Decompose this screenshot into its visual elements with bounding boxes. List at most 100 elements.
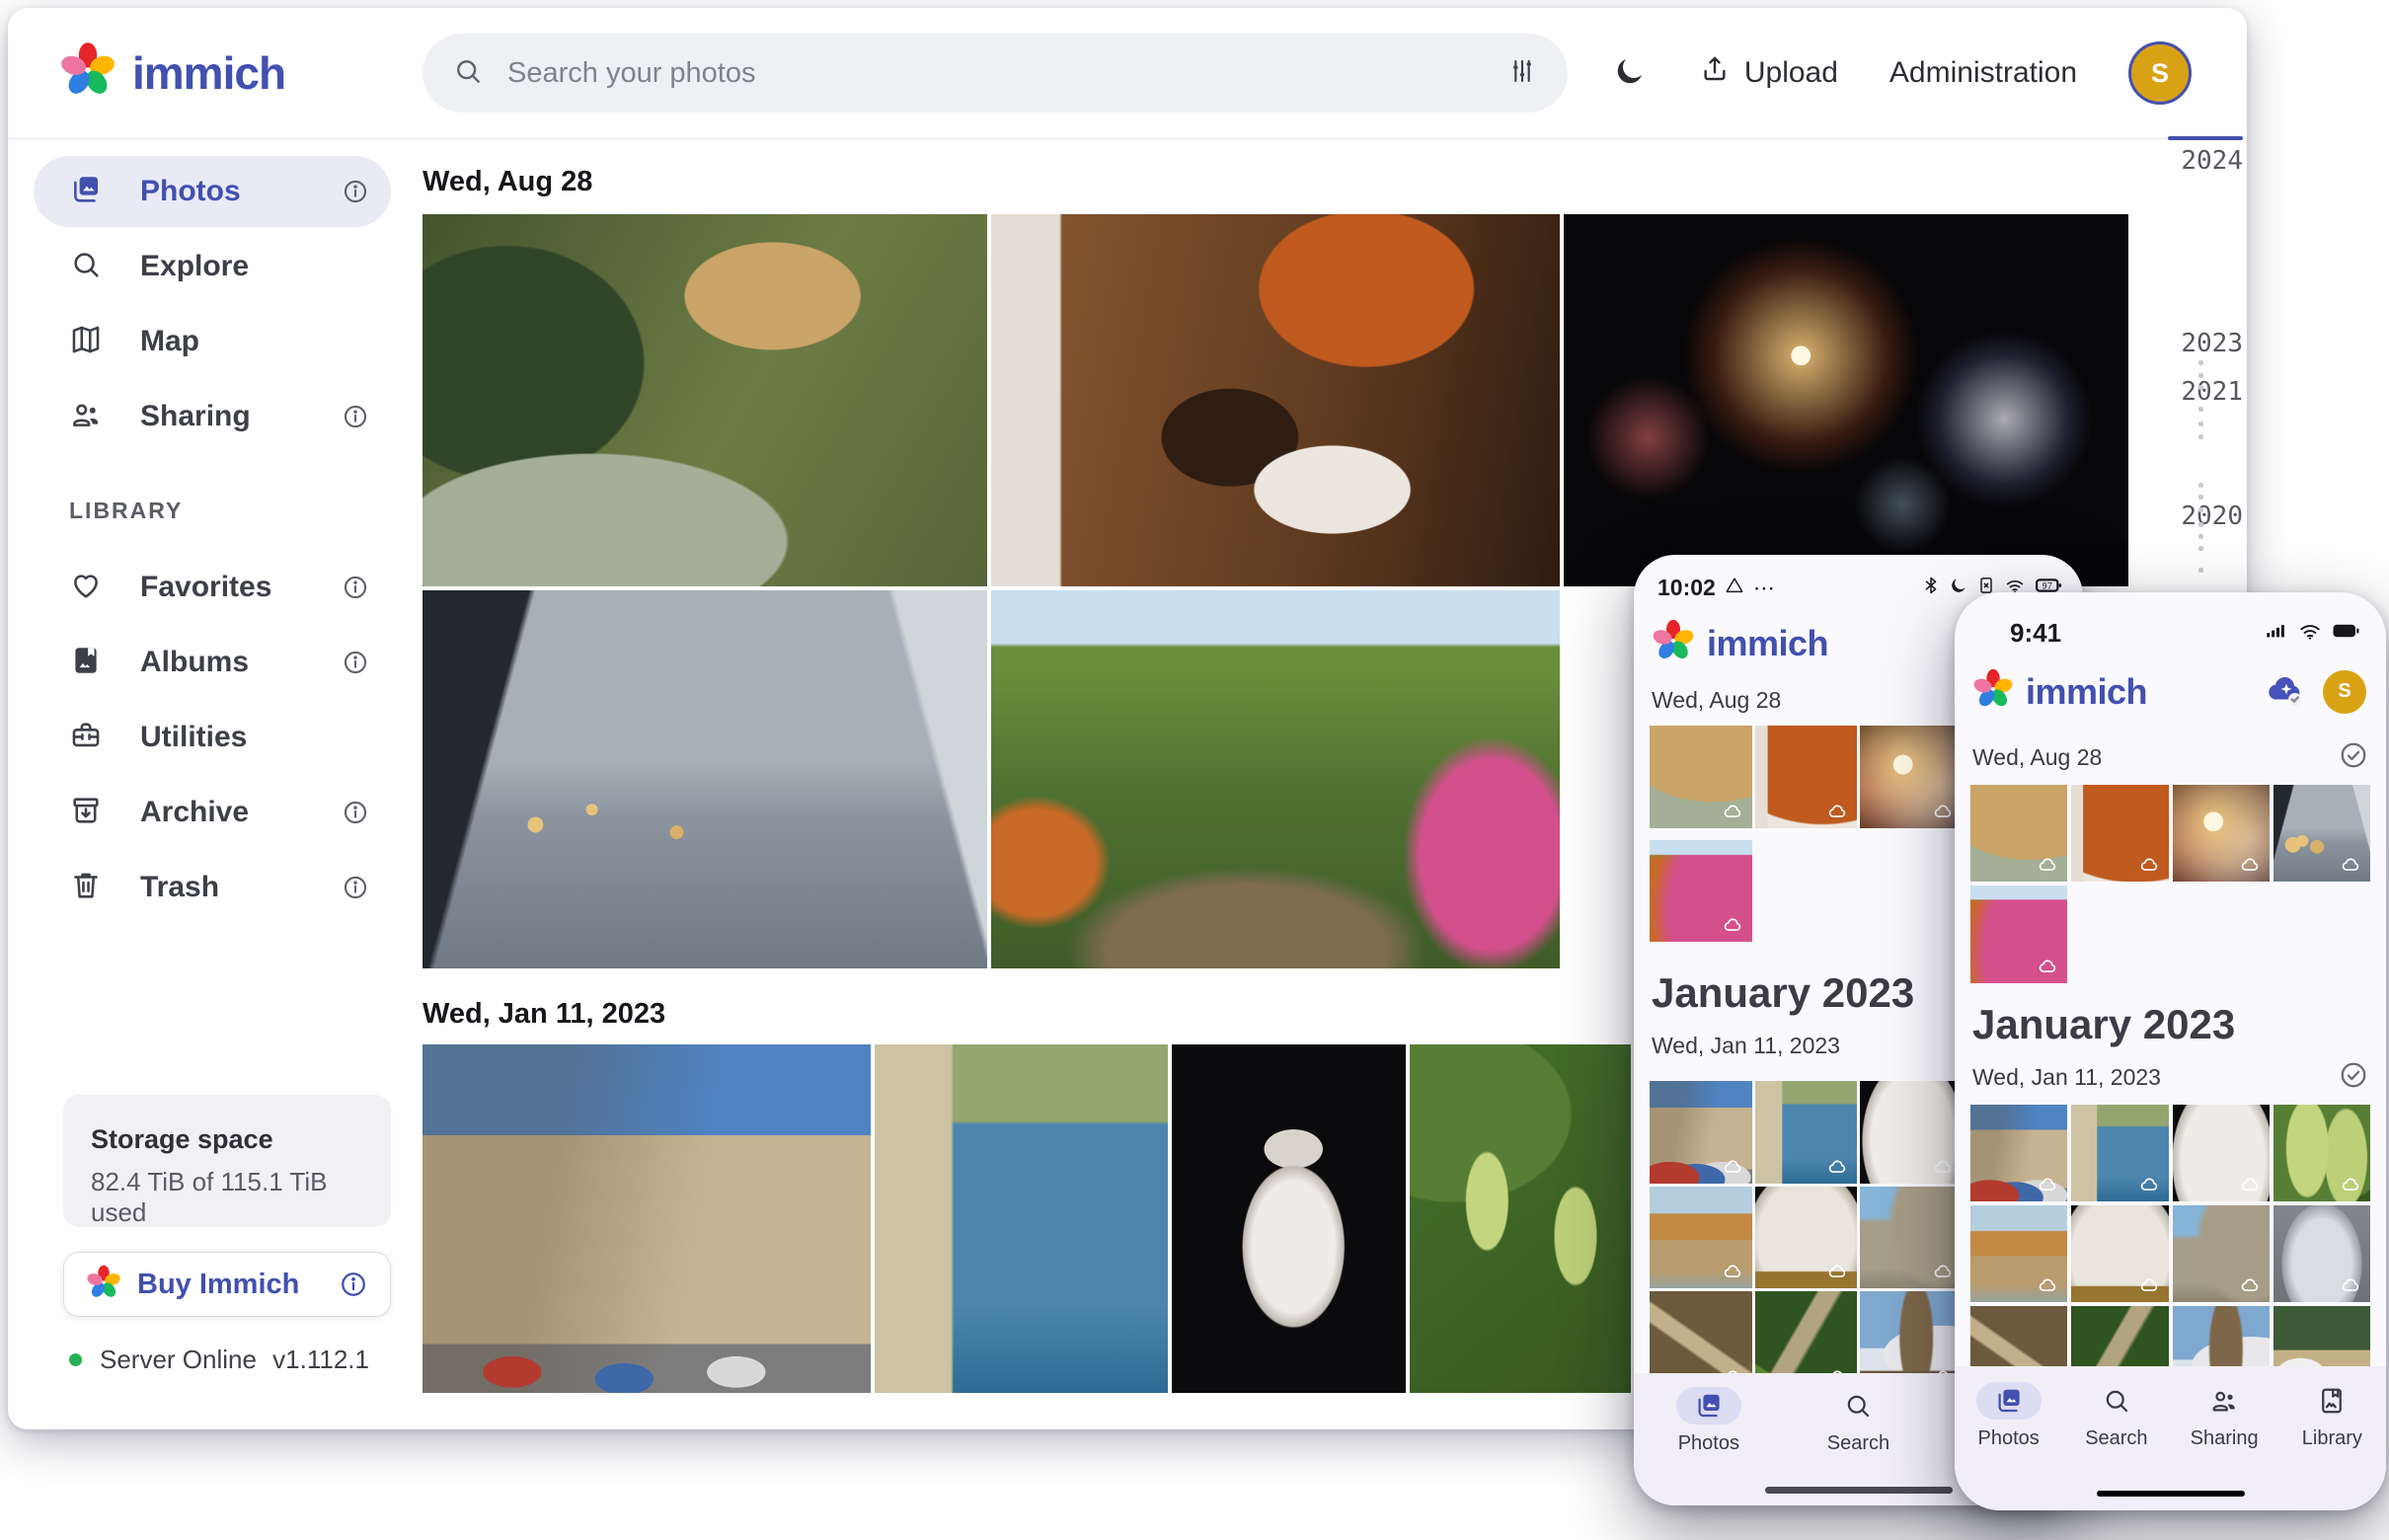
tab-sharing[interactable]: Sharing: [2171, 1382, 2278, 1450]
photo-thumbnail-fireworks[interactable]: [1564, 214, 2128, 586]
photo-thumbnail-ruins[interactable]: [1860, 1187, 1963, 1289]
immich-flower-icon: [1972, 668, 2014, 715]
photo-thumbnail-bust[interactable]: [2173, 1105, 2270, 1201]
photo-thumbnail-beach[interactable]: [1970, 1205, 2067, 1302]
cloud-backup-icon: [1827, 1156, 1849, 1178]
info-icon[interactable]: [342, 403, 369, 430]
cloud-backup-icon: [1933, 801, 1955, 822]
info-icon[interactable]: [339, 1270, 368, 1299]
photo-grid: [1970, 886, 2370, 982]
photo-thumbnail-zoo[interactable]: [423, 214, 987, 586]
photo-thumbnail-castle[interactable]: [423, 1044, 871, 1393]
sidebar-item-albums[interactable]: Albums: [34, 627, 391, 698]
tab-photos[interactable]: Photos: [1653, 1387, 1765, 1455]
timeline-year-2024[interactable]: 2024: [2160, 146, 2243, 176]
select-all-check-icon[interactable]: [2339, 1060, 2368, 1095]
tab-library[interactable]: Library: [2278, 1382, 2386, 1450]
tab-search[interactable]: Search: [1803, 1387, 1915, 1455]
photo-thumbnail-dinner[interactable]: [991, 214, 1560, 586]
sidebar-item-trash[interactable]: Trash: [34, 852, 391, 923]
photo-thumbnail-castle[interactable]: [1650, 1081, 1752, 1184]
server-version: v1.112.1: [272, 1345, 369, 1375]
immich-logo[interactable]: immich: [59, 41, 285, 104]
status-time: 10:02: [1657, 575, 1716, 601]
photo-thumbnail-berries[interactable]: [1410, 1044, 1631, 1393]
cloud-backup-icon: [2341, 1274, 2362, 1296]
photo-thumbnail-coast[interactable]: [2071, 1105, 2168, 1201]
sidebar-item-explore[interactable]: Explore: [34, 231, 391, 302]
timeline-tick: [2198, 422, 2203, 426]
tab-search[interactable]: Search: [2062, 1382, 2170, 1450]
info-icon[interactable]: [342, 574, 369, 601]
timeline-position-indicator: [2168, 136, 2243, 140]
photo-thumbnail-autumn[interactable]: [1650, 840, 1752, 943]
photo-thumbnail-fireworks[interactable]: [1860, 726, 1963, 828]
avatar[interactable]: S: [2323, 670, 2366, 714]
cloud-backup-icon: [2139, 1174, 2161, 1195]
photo-thumbnail-ruins[interactable]: [2173, 1205, 2270, 1302]
date-group-header: Wed, Aug 28: [423, 166, 2136, 198]
info-icon[interactable]: [342, 649, 369, 676]
avatar[interactable]: S: [2128, 41, 2192, 105]
select-all-check-icon[interactable]: [2339, 740, 2368, 775]
home-indicator[interactable]: [2097, 1491, 2245, 1497]
sidebar-item-label: Utilities: [140, 721, 369, 754]
photo-thumbnail-coast[interactable]: [1755, 1081, 1858, 1184]
cloud-backup-icon: [2139, 1274, 2161, 1296]
timeline-year-2021[interactable]: 2021: [2160, 377, 2243, 407]
photo-thumbnail-zoo[interactable]: [1650, 726, 1752, 828]
photo-thumbnail-autumn[interactable]: [1970, 886, 2067, 982]
sidebar-item-utilities[interactable]: Utilities: [34, 702, 391, 773]
photo-grid: [1970, 785, 2370, 882]
cloud-sync-icon[interactable]: [2264, 666, 2309, 717]
home-indicator[interactable]: [1765, 1487, 1953, 1494]
timeline-tick: [2198, 507, 2203, 512]
sidebar-item-label: Favorites: [140, 571, 342, 604]
timeline-tick: [2198, 434, 2203, 439]
photo-thumbnail-hands[interactable]: [2273, 785, 2370, 882]
tab-photos[interactable]: Photos: [1955, 1382, 2062, 1450]
timeline-year-2023[interactable]: 2023: [2160, 329, 2243, 358]
sidebar-item-favorites[interactable]: Favorites: [34, 552, 391, 623]
photo-thumbnail-hands[interactable]: [423, 590, 987, 968]
photo-thumbnail-sculpt2[interactable]: [2071, 1205, 2168, 1302]
administration-link[interactable]: Administration: [1889, 56, 2077, 90]
empty-cell: [1860, 840, 1963, 943]
archive-icon: [69, 794, 103, 832]
timeline-tick: [2198, 522, 2203, 527]
cloud-backup-icon: [2038, 854, 2059, 876]
photo-thumbnail-bust[interactable]: [1172, 1044, 1406, 1393]
info-icon[interactable]: [342, 799, 369, 826]
photo-thumbnail-zoo[interactable]: [1970, 785, 2067, 882]
sidebar-item-sharing[interactable]: Sharing: [34, 381, 391, 452]
immich-flower-icon: [1652, 619, 1695, 667]
photo-thumbnail-berries[interactable]: [2273, 1105, 2370, 1201]
photo-thumbnail-coast[interactable]: [875, 1044, 1168, 1393]
search-icon: [2084, 1382, 2149, 1420]
search-input[interactable]: Search your photos: [423, 34, 1568, 113]
photo-thumbnail-autumn[interactable]: [991, 590, 1560, 968]
sidebar-item-archive[interactable]: Archive: [34, 777, 391, 848]
photo-thumbnail-sculpt2[interactable]: [1755, 1187, 1858, 1289]
cloud-backup-icon: [1723, 1156, 1744, 1178]
photo-thumbnail-dinner[interactable]: [2071, 785, 2168, 882]
photo-thumbnail-ornate[interactable]: [2273, 1205, 2370, 1302]
cloud-backup-icon: [2240, 854, 2262, 876]
info-icon[interactable]: [342, 874, 369, 901]
upload-button[interactable]: Upload: [1699, 53, 1838, 93]
photo-thumbnail-fireworks[interactable]: [2173, 785, 2270, 882]
battery-icon: [2331, 616, 2360, 651]
photo-thumbnail-castle[interactable]: [1970, 1105, 2067, 1201]
sidebar-item-map[interactable]: Map: [34, 306, 391, 377]
signal-bars-icon: [2264, 618, 2289, 649]
photo-thumbnail-bust[interactable]: [1860, 1081, 1963, 1184]
buy-immich-button[interactable]: Buy Immich: [63, 1252, 391, 1317]
filter-sliders-icon[interactable]: [1506, 55, 1538, 92]
ios-status-bar: 9:41: [2010, 616, 2360, 651]
info-icon[interactable]: [342, 178, 369, 205]
dark-mode-moon-icon[interactable]: [1612, 53, 1648, 94]
photo-thumbnail-beach[interactable]: [1650, 1187, 1752, 1289]
photo-thumbnail-dinner[interactable]: [1755, 726, 1858, 828]
empty-cell: [2273, 886, 2370, 982]
sidebar-item-photos[interactable]: Photos: [34, 156, 391, 227]
